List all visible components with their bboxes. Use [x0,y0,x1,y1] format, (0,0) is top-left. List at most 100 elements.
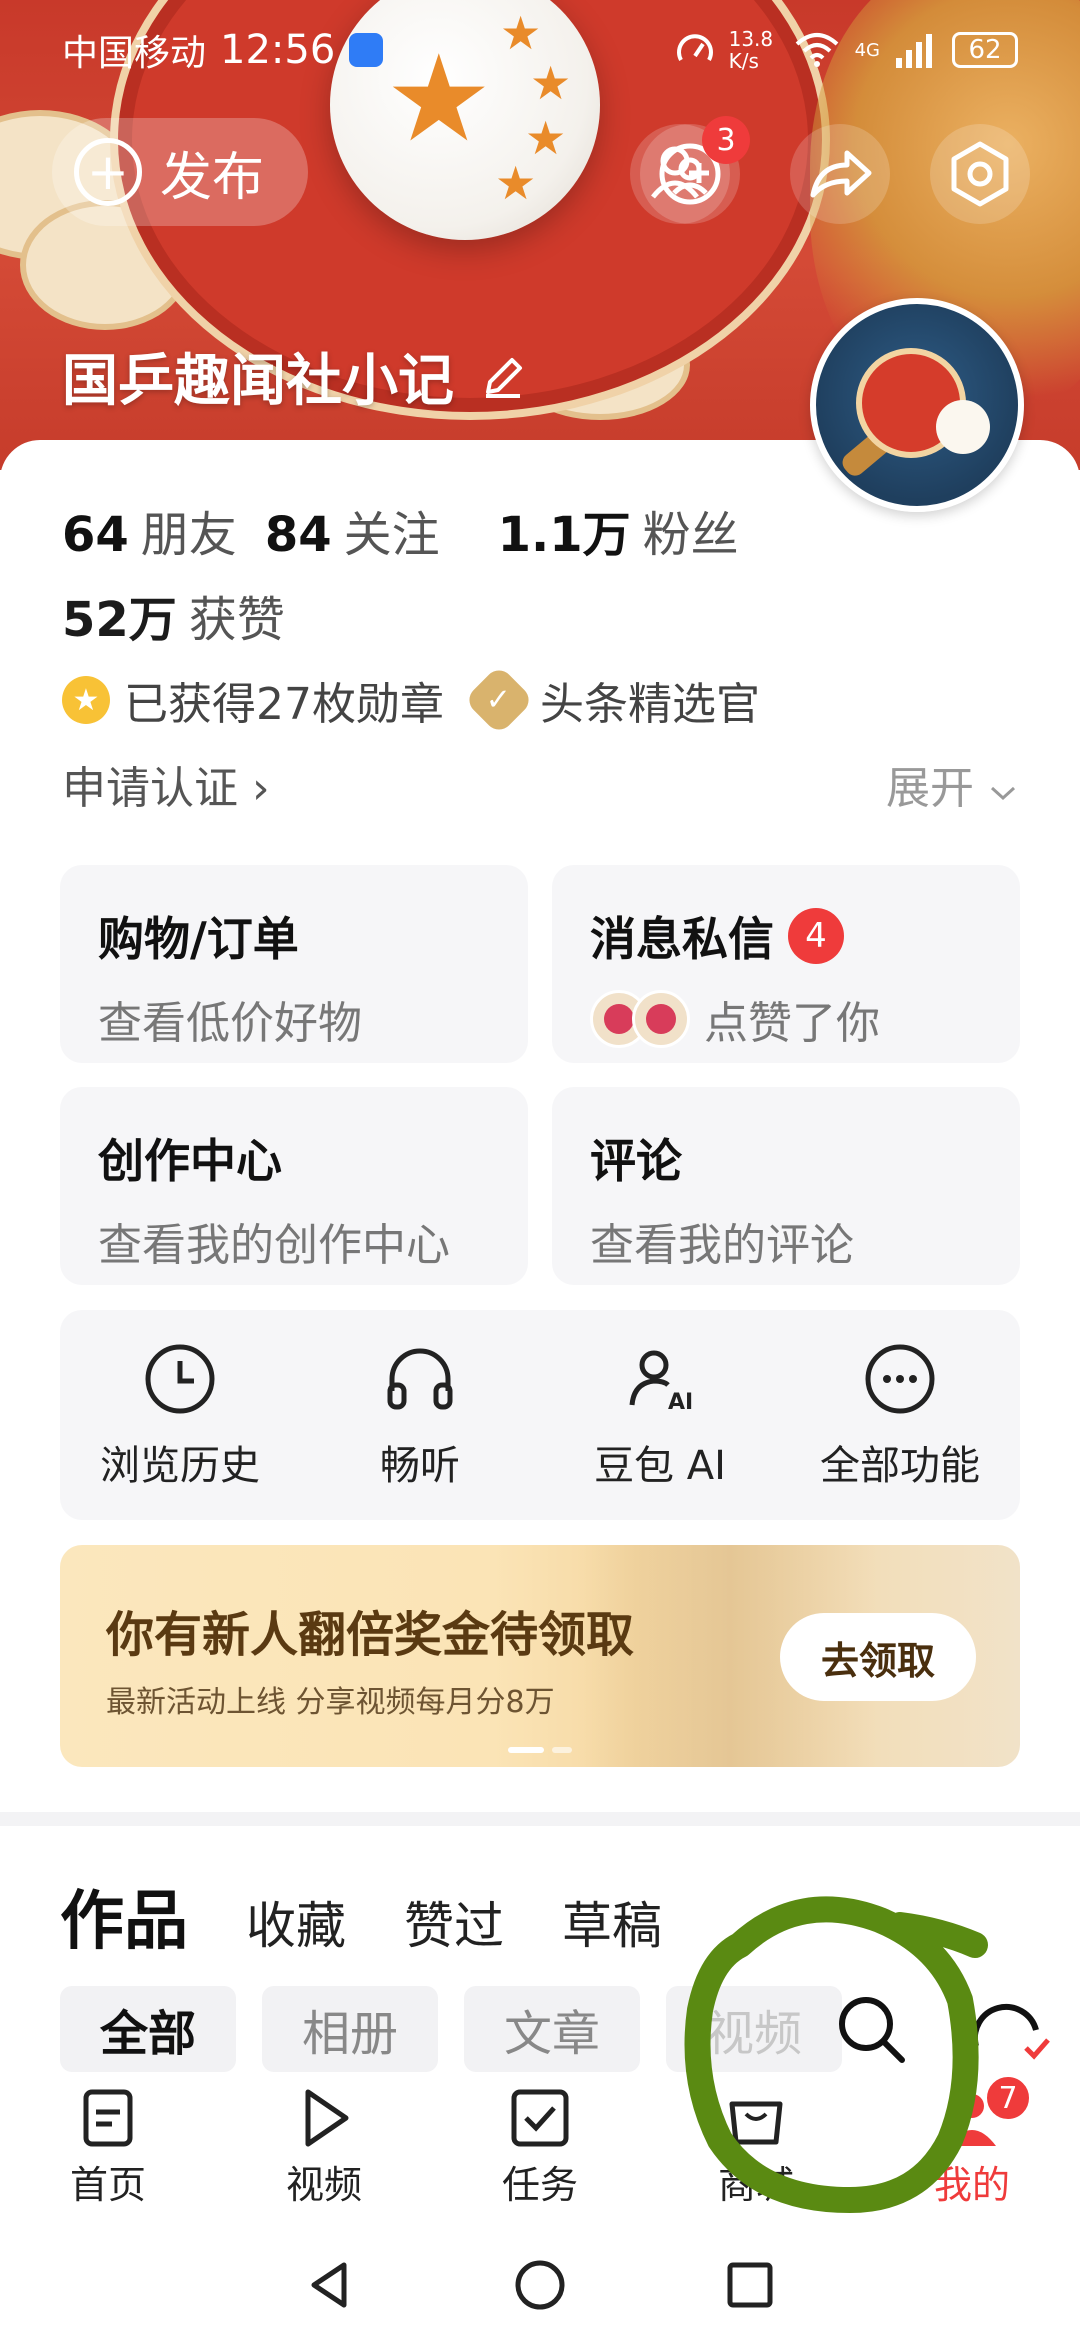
friends-label[interactable]: 朋友 [141,495,237,565]
more-icon [865,1344,935,1414]
nav-tasks[interactable]: 任务 [432,2082,648,2218]
fans-count[interactable]: 1.1万 [498,495,631,565]
friends-count[interactable]: 64 [62,507,129,563]
feature-label: 全部功能 [820,1443,980,1489]
comments-title: 评论 [590,1134,682,1188]
doubao-ai-button[interactable]: AI 豆包 AI [540,1310,780,1520]
back-triangle-icon[interactable] [300,2255,360,2315]
liker-avatar [632,990,690,1048]
medal-icon: ★ [62,676,110,724]
tab-works[interactable]: 作品 [60,1870,188,1962]
chip-video[interactable]: 视频 [666,1986,843,2072]
content-tabs: 作品 收藏 赞过 草稿 [60,1870,720,1962]
fans-label[interactable]: 粉丝 [643,495,739,565]
chip-article[interactable]: 文章 [464,1986,641,2072]
nav-video[interactable]: 视频 [216,2082,432,2218]
share-arrow-icon [810,150,872,198]
star-icon: ★ [495,156,537,210]
comments-tile[interactable]: 评论 查看我的评论 [552,1087,1020,1285]
apply-verification-link[interactable]: 申请认证 › [62,752,270,816]
recent-visitors-button[interactable]: 3 [640,116,750,224]
feature-shortcuts: 浏览历史 畅听 AI 豆包 AI 全部功能 [60,1310,1020,1520]
headphones-icon [387,1348,453,1410]
likes-count[interactable]: 52万 [62,580,177,650]
task-check-icon [511,2089,569,2147]
messages-tile[interactable]: 消息私信 4 点赞了你 [552,865,1020,1063]
publish-button[interactable]: + 发布 [52,118,308,226]
carousel-dot [552,1747,572,1753]
settings-button[interactable] [930,124,1030,224]
history-check-icon[interactable] [966,1986,1052,2072]
net-speed: 13.8 K/s [728,27,774,73]
profile-badge: 7 [984,2074,1032,2122]
home-icon [83,2089,133,2147]
browse-history-button[interactable]: 浏览历史 [60,1310,300,1520]
ai-assistant-icon: AI [629,1350,693,1415]
badges-row: ★ 已获得27枚勋章 ✓ 头条精选官 [62,664,760,736]
messages-subtitle: 点赞了你 [704,998,880,1049]
edit-pencil-icon[interactable] [480,354,526,400]
share-button[interactable] [790,124,890,224]
claim-button[interactable]: 去领取 [780,1613,976,1701]
battery-level: 62 [968,35,1002,65]
feature-label: 畅听 [380,1443,460,1489]
mall-icon [729,2101,783,2145]
stats-row: 64 朋友 84 关注 1.1万 粉丝 [62,495,739,565]
nav-profile[interactable]: 7 我的 [864,2074,1080,2218]
svg-text:AI: AI [668,1390,693,1415]
system-navigation-bar [0,2230,1080,2340]
chip-all[interactable]: 全部 [60,1986,237,2072]
search-icon[interactable] [828,1986,914,2072]
status-bar: 中国移动 12:56 13.8 K/s 4G 62 [0,0,1080,100]
avatar[interactable] [810,298,1024,512]
creator-title: 创作中心 [98,1134,282,1188]
selector-text[interactable]: 头条精选官 [540,668,760,732]
carousel-dot-active [508,1747,544,1753]
tab-drafts[interactable]: 草稿 [562,1886,662,1958]
carrier-label: 中国移动 [62,33,207,74]
following-label[interactable]: 关注 [344,495,440,565]
notification-app-icon [349,33,384,67]
nav-home[interactable]: 首页 [0,2082,216,2218]
tab-favorites[interactable]: 收藏 [246,1886,346,1958]
nickname-row[interactable]: 国乒趣闻社小记 [62,336,526,417]
network-type: 4G [854,39,880,61]
carousel-indicator [508,1747,572,1753]
publish-label: 发布 [160,147,265,208]
chip-album[interactable]: 相册 [262,1986,439,2072]
likes-label[interactable]: 获赞 [189,580,285,650]
star-icon: ★ [525,111,567,165]
nav-label: 商城 [717,2163,794,2207]
speed-meter-icon [676,34,713,61]
home-circle-icon[interactable] [510,2255,570,2315]
messages-badge: 4 [788,908,844,964]
medals-text[interactable]: 已获得27枚勋章 [124,668,444,732]
comments-subtitle: 查看我的评论 [590,1220,854,1271]
wifi-icon [795,33,838,67]
filter-chips: 全部 相册 文章 视频 [60,1986,868,2072]
nickname: 国乒趣闻社小记 [62,349,454,414]
promo-title: 你有新人翻倍奖金待领取 [106,1607,635,1663]
messages-title: 消息私信 [590,912,774,966]
shopping-title: 购物/订单 [98,912,299,966]
creator-center-tile[interactable]: 创作中心 查看我的创作中心 [60,1087,528,1285]
expand-button[interactable]: 展开 [886,752,1018,816]
promo-subtitle: 最新活动上线 分享视频每月分8万 [106,1685,555,1720]
settings-hex-icon [951,141,1009,207]
clock: 12:56 [220,27,336,73]
all-features-button[interactable]: 全部功能 [780,1310,1020,1520]
recents-square-icon[interactable] [720,2255,780,2315]
feature-label: 浏览历史 [100,1443,260,1489]
tab-liked[interactable]: 赞过 [404,1886,504,1958]
section-divider [0,1812,1080,1826]
clock-icon [145,1344,215,1414]
following-count[interactable]: 84 [265,507,332,563]
shopping-orders-tile[interactable]: 购物/订单 查看低价好物 [60,865,528,1063]
bottom-navigation: 首页 视频 任务 商城 7 我的 [0,2074,1080,2218]
listen-button[interactable]: 畅听 [300,1310,540,1520]
nav-mall[interactable]: 商城 [648,2082,864,2218]
visitors-badge: 3 [702,116,750,164]
nav-label: 我的 [933,2163,1010,2207]
newcomer-bonus-banner[interactable]: 你有新人翻倍奖金待领取 最新活动上线 分享视频每月分8万 去领取 [60,1545,1020,1767]
verified-selector-icon: ✓ [463,664,535,736]
